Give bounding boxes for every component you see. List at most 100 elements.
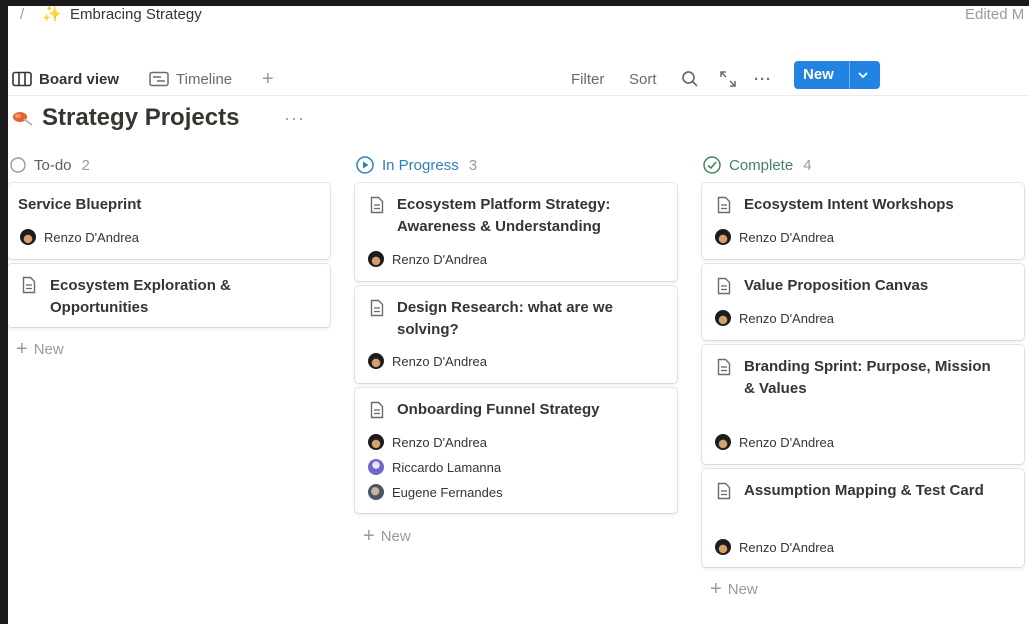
avatar (368, 353, 384, 369)
card-title: Ecosystem Intent Workshops (744, 196, 954, 213)
card-title: Design Research: what are we solving? (397, 299, 613, 338)
column-name: In Progress (382, 156, 459, 174)
document-icon (370, 196, 384, 214)
person-chip: Renzo D'Andrea (715, 434, 834, 450)
column-count: 3 (468, 156, 478, 174)
board-card[interactable]: Ecosystem Platform Strategy: Awareness &… (355, 183, 677, 281)
person-chip: Renzo D'Andrea (715, 539, 834, 555)
avatar (715, 539, 731, 555)
avatar (368, 484, 384, 500)
person-name: Renzo D'Andrea (739, 434, 834, 450)
add-new-card-in-progress[interactable]: + New (363, 526, 411, 546)
view-bar: Board view Timeline + Filter Sort ··· Ne… (8, 61, 1029, 96)
breadcrumb-title[interactable]: Embracing Strategy (70, 6, 202, 23)
person-chip: Eugene Fernandes (368, 484, 503, 500)
board-card[interactable]: Onboarding Funnel Strategy Renzo D'Andre… (355, 388, 677, 513)
pushpin-icon (13, 112, 33, 126)
person-chip: Renzo D'Andrea (715, 229, 834, 245)
person-name: Renzo D'Andrea (392, 353, 487, 369)
board-icon (12, 71, 32, 87)
avatar (368, 251, 384, 267)
add-new-card-complete[interactable]: + New (710, 579, 758, 599)
tab-board-view[interactable]: Board view (12, 65, 119, 93)
person-chip: Renzo D'Andrea (715, 310, 834, 326)
person-name: Renzo D'Andrea (739, 539, 834, 555)
sparkles-icon: ✨ (42, 6, 62, 23)
document-icon (717, 277, 731, 295)
card-title: Onboarding Funnel Strategy (397, 401, 600, 418)
person-name: Renzo D'Andrea (44, 229, 139, 245)
plus-icon: + (16, 338, 28, 360)
plus-icon: + (710, 578, 722, 600)
add-new-card-todo[interactable]: + New (16, 339, 64, 359)
column-name: To-do (34, 156, 72, 174)
avatar (20, 229, 36, 245)
notion-page: . / ✨ Embracing Strategy Edited M Board … (8, 6, 1029, 624)
board-card[interactable]: Assumption Mapping & Test Card Renzo D'A… (702, 469, 1024, 567)
edited-label: Edited M (965, 6, 1025, 23)
new-button[interactable]: New (794, 61, 880, 89)
column-header-todo[interactable]: To-do 2 (10, 155, 90, 175)
page-title: Strategy Projects (42, 104, 240, 131)
search-button[interactable] (681, 65, 699, 93)
person-chip: Renzo D'Andrea (368, 434, 487, 450)
column-name: Complete (729, 156, 794, 174)
card-title: Assumption Mapping & Test Card (744, 482, 984, 499)
card-title: Ecosystem Platform Strategy: Awareness &… (397, 196, 611, 235)
document-icon (370, 401, 384, 419)
column-count: 2 (81, 156, 90, 174)
add-new-label: New (33, 340, 64, 358)
person-name: Eugene Fernandes (392, 484, 503, 500)
card-title: Branding Sprint: Purpose, Mission & Valu… (744, 358, 991, 397)
person-chip: Renzo D'Andrea (20, 229, 139, 245)
person-name: Renzo D'Andrea (392, 251, 487, 267)
person-name: Renzo D'Andrea (739, 229, 834, 245)
tab-timeline[interactable]: Timeline (149, 65, 232, 93)
card-title: Service Blueprint (18, 196, 142, 213)
avatar (715, 310, 731, 326)
document-icon (22, 276, 36, 294)
search-icon (682, 71, 698, 87)
board-card[interactable]: Service Blueprint Renzo D'Andrea (8, 183, 330, 259)
person-chip: Riccardo Lamanna (368, 459, 501, 475)
card-title: Ecosystem Exploration & Opportunities (50, 277, 231, 316)
person-name: Renzo D'Andrea (739, 310, 834, 326)
timeline-icon (149, 71, 169, 87)
expand-arrows-icon (720, 71, 736, 87)
add-new-label: New (727, 580, 758, 598)
tab-board-label: Board view (39, 70, 120, 88)
add-new-label: New (380, 527, 411, 545)
add-view-button[interactable]: + (262, 65, 274, 93)
column-count: 4 (803, 156, 812, 174)
document-icon (717, 482, 731, 500)
more-options-button[interactable]: ··· (754, 65, 772, 93)
topbar: . / ✨ Embracing Strategy Edited M (8, 6, 1029, 26)
expand-button[interactable] (719, 65, 737, 93)
chevron-down-icon[interactable] (857, 69, 869, 81)
person-name: Renzo D'Andrea (392, 434, 487, 450)
filter-button[interactable]: Filter (571, 65, 604, 93)
document-icon (717, 358, 731, 376)
column-header-in-progress[interactable]: In Progress 3 (356, 155, 477, 175)
avatar (715, 434, 731, 450)
column-header-complete[interactable]: Complete 4 (703, 155, 812, 175)
todo-status-icon (10, 157, 26, 173)
plus-icon: + (363, 525, 375, 547)
new-button-divider (849, 61, 850, 89)
board-card[interactable]: Ecosystem Exploration & Opportunities (8, 264, 330, 327)
document-icon (717, 196, 731, 214)
board-card[interactable]: Branding Sprint: Purpose, Mission & Valu… (702, 345, 1024, 464)
avatar (368, 434, 384, 450)
avatar (715, 229, 731, 245)
sort-button[interactable]: Sort (629, 65, 657, 93)
tab-timeline-label: Timeline (176, 70, 233, 88)
title-more-button[interactable]: ··· (284, 108, 305, 129)
person-name: Riccardo Lamanna (392, 459, 502, 475)
in-progress-status-icon (356, 156, 374, 174)
board-card[interactable]: Design Research: what are we solving? Re… (355, 286, 677, 383)
avatar (368, 459, 384, 475)
board-card[interactable]: Value Proposition Canvas Renzo D'Andrea (702, 264, 1024, 340)
new-button-label: New (803, 66, 834, 83)
board-card[interactable]: Ecosystem Intent Workshops Renzo D'Andre… (702, 183, 1024, 259)
complete-check-icon (703, 156, 721, 174)
